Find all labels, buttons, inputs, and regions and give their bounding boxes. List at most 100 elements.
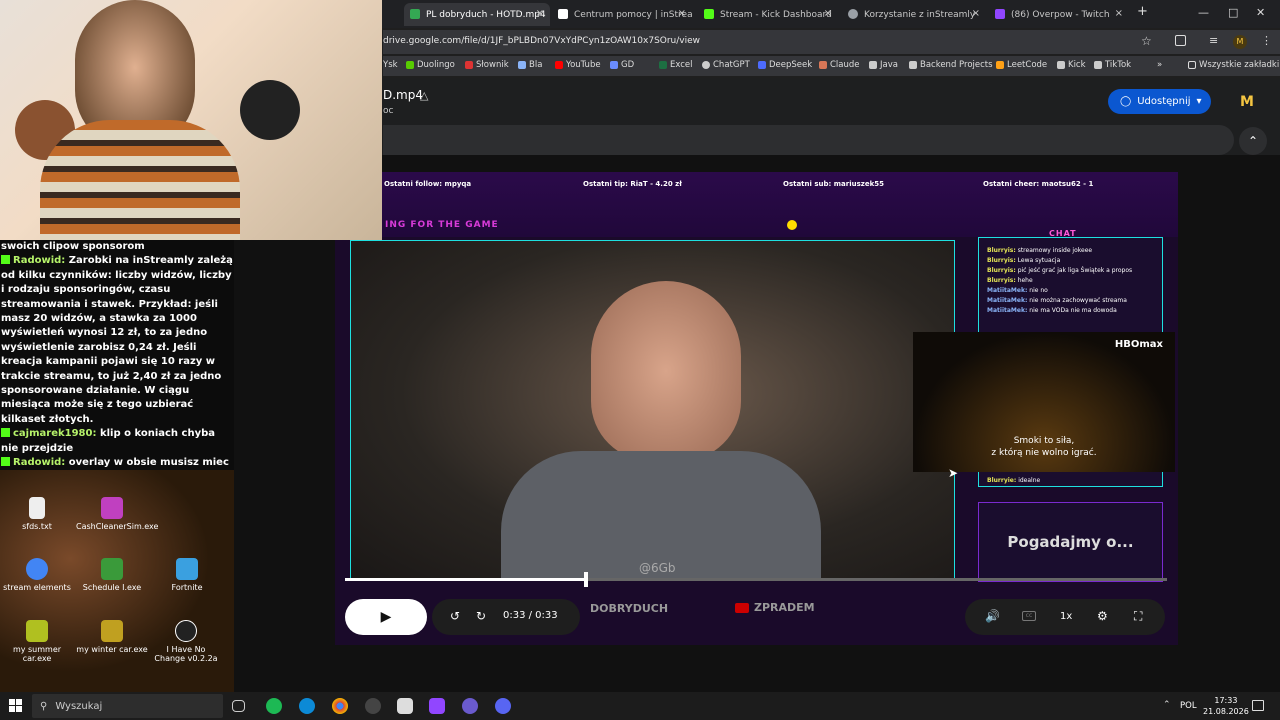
desktop-icon[interactable]: sfds.txt [1, 497, 73, 531]
alert-tip: Ostatni tip: RiaT - 4.20 zł [583, 180, 682, 188]
bookmark-item[interactable]: DeepSeek [758, 60, 812, 70]
drive-avatar[interactable]: M [1240, 94, 1254, 110]
tab-instreamly-usage[interactable]: Korzystanie z inStreamly × [842, 3, 986, 26]
rewind-10-icon[interactable]: ↺ [450, 609, 460, 623]
tab-drive-video[interactable]: PL dobryduch - HOTD.mp4 × [404, 3, 550, 26]
bookmark-item[interactable]: GD [610, 60, 634, 70]
chevron-down-icon: ▾ [1196, 96, 1202, 107]
bookmark-item[interactable]: ChatGPT [702, 60, 750, 70]
media-icon[interactable]: ≡ [1209, 34, 1218, 47]
bookmark-item[interactable]: Ysk [383, 60, 398, 70]
overlay-chat-line: Blurryis: Lewa sytuacja [987, 257, 1061, 264]
extensions-icon[interactable] [1175, 35, 1186, 46]
desktop-icon-label: Schedule I.exe [82, 583, 142, 592]
chevron-up-icon[interactable]: ⌃ [1163, 700, 1171, 710]
bookmark-label: ChatGPT [713, 60, 750, 70]
bookmark-item[interactable]: Duolingo [406, 60, 455, 70]
edge-icon[interactable] [299, 698, 315, 714]
language-indicator[interactable]: POL [1180, 701, 1197, 711]
bookmark-item[interactable]: Backend Projects [909, 60, 993, 70]
taskbar-search[interactable]: ⚲ Wyszukaj [32, 694, 223, 718]
bookmark-item[interactable]: Bla [518, 60, 542, 70]
kick-icon [1, 457, 10, 467]
streamer-cam: @6Gb [350, 240, 955, 581]
chatgpt-icon [702, 61, 710, 69]
tab-kick-dashboard[interactable]: Stream - Kick Dashboard × [698, 3, 838, 26]
bookmark-item[interactable]: YouTube [555, 60, 601, 70]
profile-avatar[interactable]: M [1233, 35, 1247, 49]
chat-message: Radowid: Zarobki na inStreamly zależą od… [1, 255, 233, 425]
tab-title: PL dobryduch - HOTD.mp4 [426, 9, 546, 20]
menu-icon[interactable]: ⋮ [1261, 34, 1272, 47]
star-icon[interactable]: ☆ [1141, 34, 1152, 48]
desktop-icon[interactable]: Fortnite [151, 558, 223, 592]
task-view-icon[interactable] [232, 700, 245, 712]
chat-title: CHAT [1049, 229, 1077, 238]
windows-start-icon[interactable] [9, 699, 22, 712]
discord-icon[interactable] [495, 698, 511, 714]
social-youtube-label: ZPRADEM [754, 601, 815, 614]
bookmark-item[interactable]: Java [869, 60, 898, 70]
url-text[interactable]: drive.google.com/file/d/1JF_bPLBDn07VxYd… [383, 36, 700, 46]
pacman-icon [787, 220, 797, 230]
volume-icon[interactable]: 🔊 [985, 609, 1000, 623]
chrome-icon[interactable] [332, 698, 348, 714]
captions-icon[interactable]: cc [1022, 611, 1036, 621]
gear-icon[interactable]: ⚙ [1097, 609, 1108, 623]
watermark: @6Gb [639, 561, 676, 575]
desktop-icon[interactable]: my summer car.exe [1, 620, 73, 663]
kick-icon [704, 9, 714, 19]
app-icon[interactable] [462, 698, 478, 714]
desktop-icon[interactable]: Schedule I.exe [76, 558, 148, 592]
lock-icon: ◯ [1120, 96, 1132, 107]
maximize-icon[interactable]: □ [1228, 6, 1238, 19]
bookmark-label: Ysk [383, 60, 398, 70]
youtube-icon [735, 603, 749, 613]
tab-instreamly-help[interactable]: Centrum pomocy | inStream × [552, 3, 692, 26]
minimize-icon[interactable]: — [1198, 6, 1209, 19]
desktop-icon[interactable]: stream elements [1, 558, 73, 592]
bookmark-item[interactable]: Claude [819, 60, 860, 70]
bookmark-item[interactable]: Kick [1057, 60, 1086, 70]
share-label: Udostępnij [1137, 96, 1191, 107]
streamer-face [591, 281, 741, 461]
system-clock[interactable]: 17:33 21.08.2026 [1203, 695, 1249, 717]
tab-twitch[interactable]: (86) Overpow - Twitch × [989, 3, 1129, 26]
desktop-icon[interactable]: CashCleanerSim.exe [76, 497, 158, 531]
obs-icon[interactable] [365, 698, 381, 714]
bookmark-item[interactable]: LeetCode [996, 60, 1047, 70]
close-tab-icon[interactable]: × [536, 8, 544, 19]
video-player[interactable]: Ostatni follow: mpyqa Ostatni tip: RiaT … [335, 172, 1178, 645]
fullscreen-icon[interactable]: ⛶ [1134, 609, 1142, 624]
bookmark-icon [518, 61, 526, 69]
close-tab-icon[interactable]: × [824, 8, 832, 19]
notifications-icon[interactable] [1252, 700, 1264, 711]
close-tab-icon[interactable]: × [678, 8, 686, 19]
chevron-up-icon[interactable]: ⌃ [1239, 127, 1267, 155]
close-tab-icon[interactable]: × [972, 8, 980, 19]
bookmark-item[interactable]: TikTok [1094, 60, 1131, 70]
new-tab-button[interactable]: + [1137, 4, 1148, 19]
close-window-icon[interactable]: ✕ [1256, 6, 1265, 19]
desktop-icon-label: CashCleanerSim.exe [76, 522, 159, 531]
bookmark-item[interactable]: Excel [659, 60, 693, 70]
desktop-icon[interactable]: my winter car.exe [76, 620, 148, 654]
drive-icon [410, 9, 420, 19]
speed-button[interactable]: 1x [1060, 611, 1072, 622]
close-tab-icon[interactable]: × [1115, 8, 1123, 19]
bookmark-label: Java [880, 60, 898, 70]
all-bookmarks[interactable]: Wszystkie zakładki [1188, 60, 1279, 70]
progress-handle[interactable] [583, 572, 588, 587]
scroll-text: ING FOR THE GAME [385, 220, 499, 230]
desktop-icon[interactable]: I Have No Change v0.2.2a [151, 620, 221, 663]
spotify-icon[interactable] [266, 698, 282, 714]
forward-10-icon[interactable]: ↻ [476, 609, 486, 623]
more-bookmarks-icon[interactable]: » [1157, 60, 1162, 70]
schedule-icon [101, 558, 123, 580]
play-button[interactable]: ▶ [345, 599, 427, 635]
bookmark-item[interactable]: Słownik [465, 60, 509, 70]
app-icon[interactable] [397, 698, 413, 714]
onenote-icon[interactable] [429, 698, 445, 714]
share-button[interactable]: ◯ Udostępnij ▾ [1108, 89, 1211, 114]
desktop-icon-label: sfds.txt [22, 522, 52, 531]
